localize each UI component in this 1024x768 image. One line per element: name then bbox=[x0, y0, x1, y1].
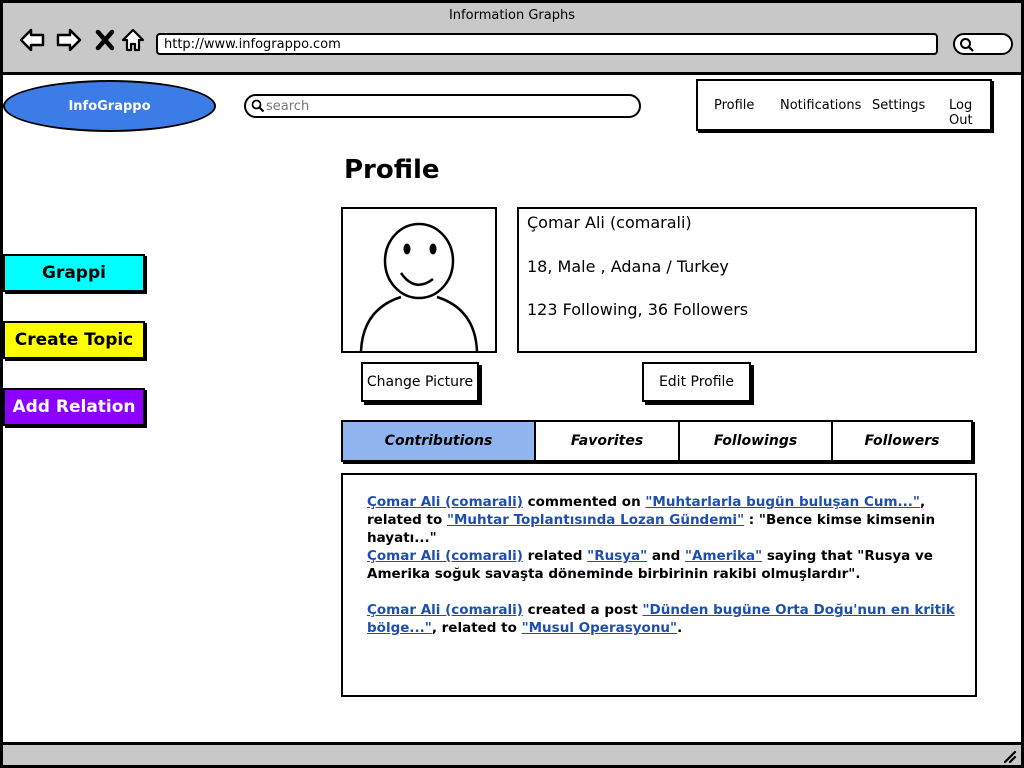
topic-link[interactable]: "Musul Operasyonu" bbox=[522, 620, 677, 636]
edit-profile-button[interactable]: Edit Profile bbox=[642, 362, 751, 402]
activity-text: related bbox=[522, 548, 588, 564]
nav-notifications-link[interactable]: Notifications bbox=[780, 98, 861, 113]
list-item: Çomar Ali (comarali) commented on "Muhta… bbox=[367, 493, 967, 547]
nav-profile-link[interactable]: Profile bbox=[714, 98, 754, 113]
person-avatar-icon bbox=[359, 222, 479, 351]
search-icon bbox=[960, 38, 974, 52]
browser-window: Information Graphs http://www.infograppo… bbox=[0, 0, 1024, 768]
profile-details: 18, Male , Adana / Turkey bbox=[527, 257, 729, 276]
activity-text: , related to bbox=[431, 620, 522, 636]
back-arrow-icon[interactable] bbox=[17, 25, 47, 55]
list-item: Çomar Ali (comarali) created a post "Dün… bbox=[367, 601, 967, 637]
page-title: Profile bbox=[344, 155, 440, 185]
close-x-icon[interactable] bbox=[90, 25, 120, 55]
profile-info-box: Çomar Ali (comarali) 18, Male , Adana / … bbox=[517, 207, 977, 353]
add-relation-button[interactable]: Add Relation bbox=[3, 388, 145, 426]
activity-text: commented on bbox=[522, 494, 646, 510]
nav-logout-link[interactable]: Log Out bbox=[949, 98, 990, 128]
url-field[interactable]: http://www.infograppo.com bbox=[156, 33, 938, 55]
activity-text: created a post bbox=[522, 602, 643, 618]
logo[interactable]: InfoGrappo bbox=[3, 80, 216, 132]
user-link[interactable]: Çomar Ali (comarali) bbox=[367, 602, 523, 618]
search-input[interactable] bbox=[266, 97, 626, 115]
search-field[interactable] bbox=[244, 94, 641, 118]
tab-favorites[interactable]: Favorites bbox=[534, 420, 680, 462]
tab-followings[interactable]: Followings bbox=[678, 420, 833, 462]
grappi-button[interactable]: Grappi bbox=[3, 254, 145, 292]
activity-text: and bbox=[647, 548, 685, 564]
user-link[interactable]: Çomar Ali (comarali) bbox=[367, 548, 523, 564]
nav-settings-link[interactable]: Settings bbox=[872, 98, 925, 113]
topic-link[interactable]: "Muhtarlarla bugün buluşan Cum..." bbox=[645, 494, 920, 510]
browser-search-field[interactable] bbox=[953, 33, 1013, 55]
profile-follow-counts: 123 Following, 36 Followers bbox=[527, 300, 749, 319]
topic-link[interactable]: "Amerika" bbox=[685, 548, 762, 564]
window-title: Information Graphs bbox=[448, 8, 576, 23]
contributions-panel: Çomar Ali (comarali) commented on "Muhta… bbox=[341, 473, 977, 697]
topic-link[interactable]: "Rusya" bbox=[587, 548, 647, 564]
profile-tabs: Contributions Favorites Followings Follo… bbox=[341, 420, 975, 462]
avatar bbox=[341, 207, 497, 353]
top-nav: Profile Notifications Settings Log Out bbox=[696, 79, 992, 131]
list-item: Çomar Ali (comarali) related "Rusya" and… bbox=[367, 547, 967, 583]
tab-contributions[interactable]: Contributions bbox=[341, 420, 536, 462]
topic-link[interactable]: "Muhtar Toplantısında Lozan Gündemi" bbox=[447, 512, 744, 528]
resize-grip-icon[interactable] bbox=[1001, 748, 1017, 764]
create-topic-button[interactable]: Create Topic bbox=[3, 321, 145, 359]
user-link[interactable]: Çomar Ali (comarali) bbox=[367, 494, 523, 510]
status-bar bbox=[3, 742, 1021, 765]
forward-arrow-icon[interactable] bbox=[54, 25, 84, 55]
search-icon bbox=[251, 99, 265, 113]
change-picture-button[interactable]: Change Picture bbox=[361, 362, 479, 402]
browser-toolbar: Information Graphs http://www.infograppo… bbox=[3, 3, 1021, 75]
activity-text: . bbox=[677, 620, 683, 636]
tab-followers[interactable]: Followers bbox=[831, 420, 973, 462]
home-icon[interactable] bbox=[118, 25, 148, 55]
profile-name: Çomar Ali (comarali) bbox=[527, 213, 692, 232]
